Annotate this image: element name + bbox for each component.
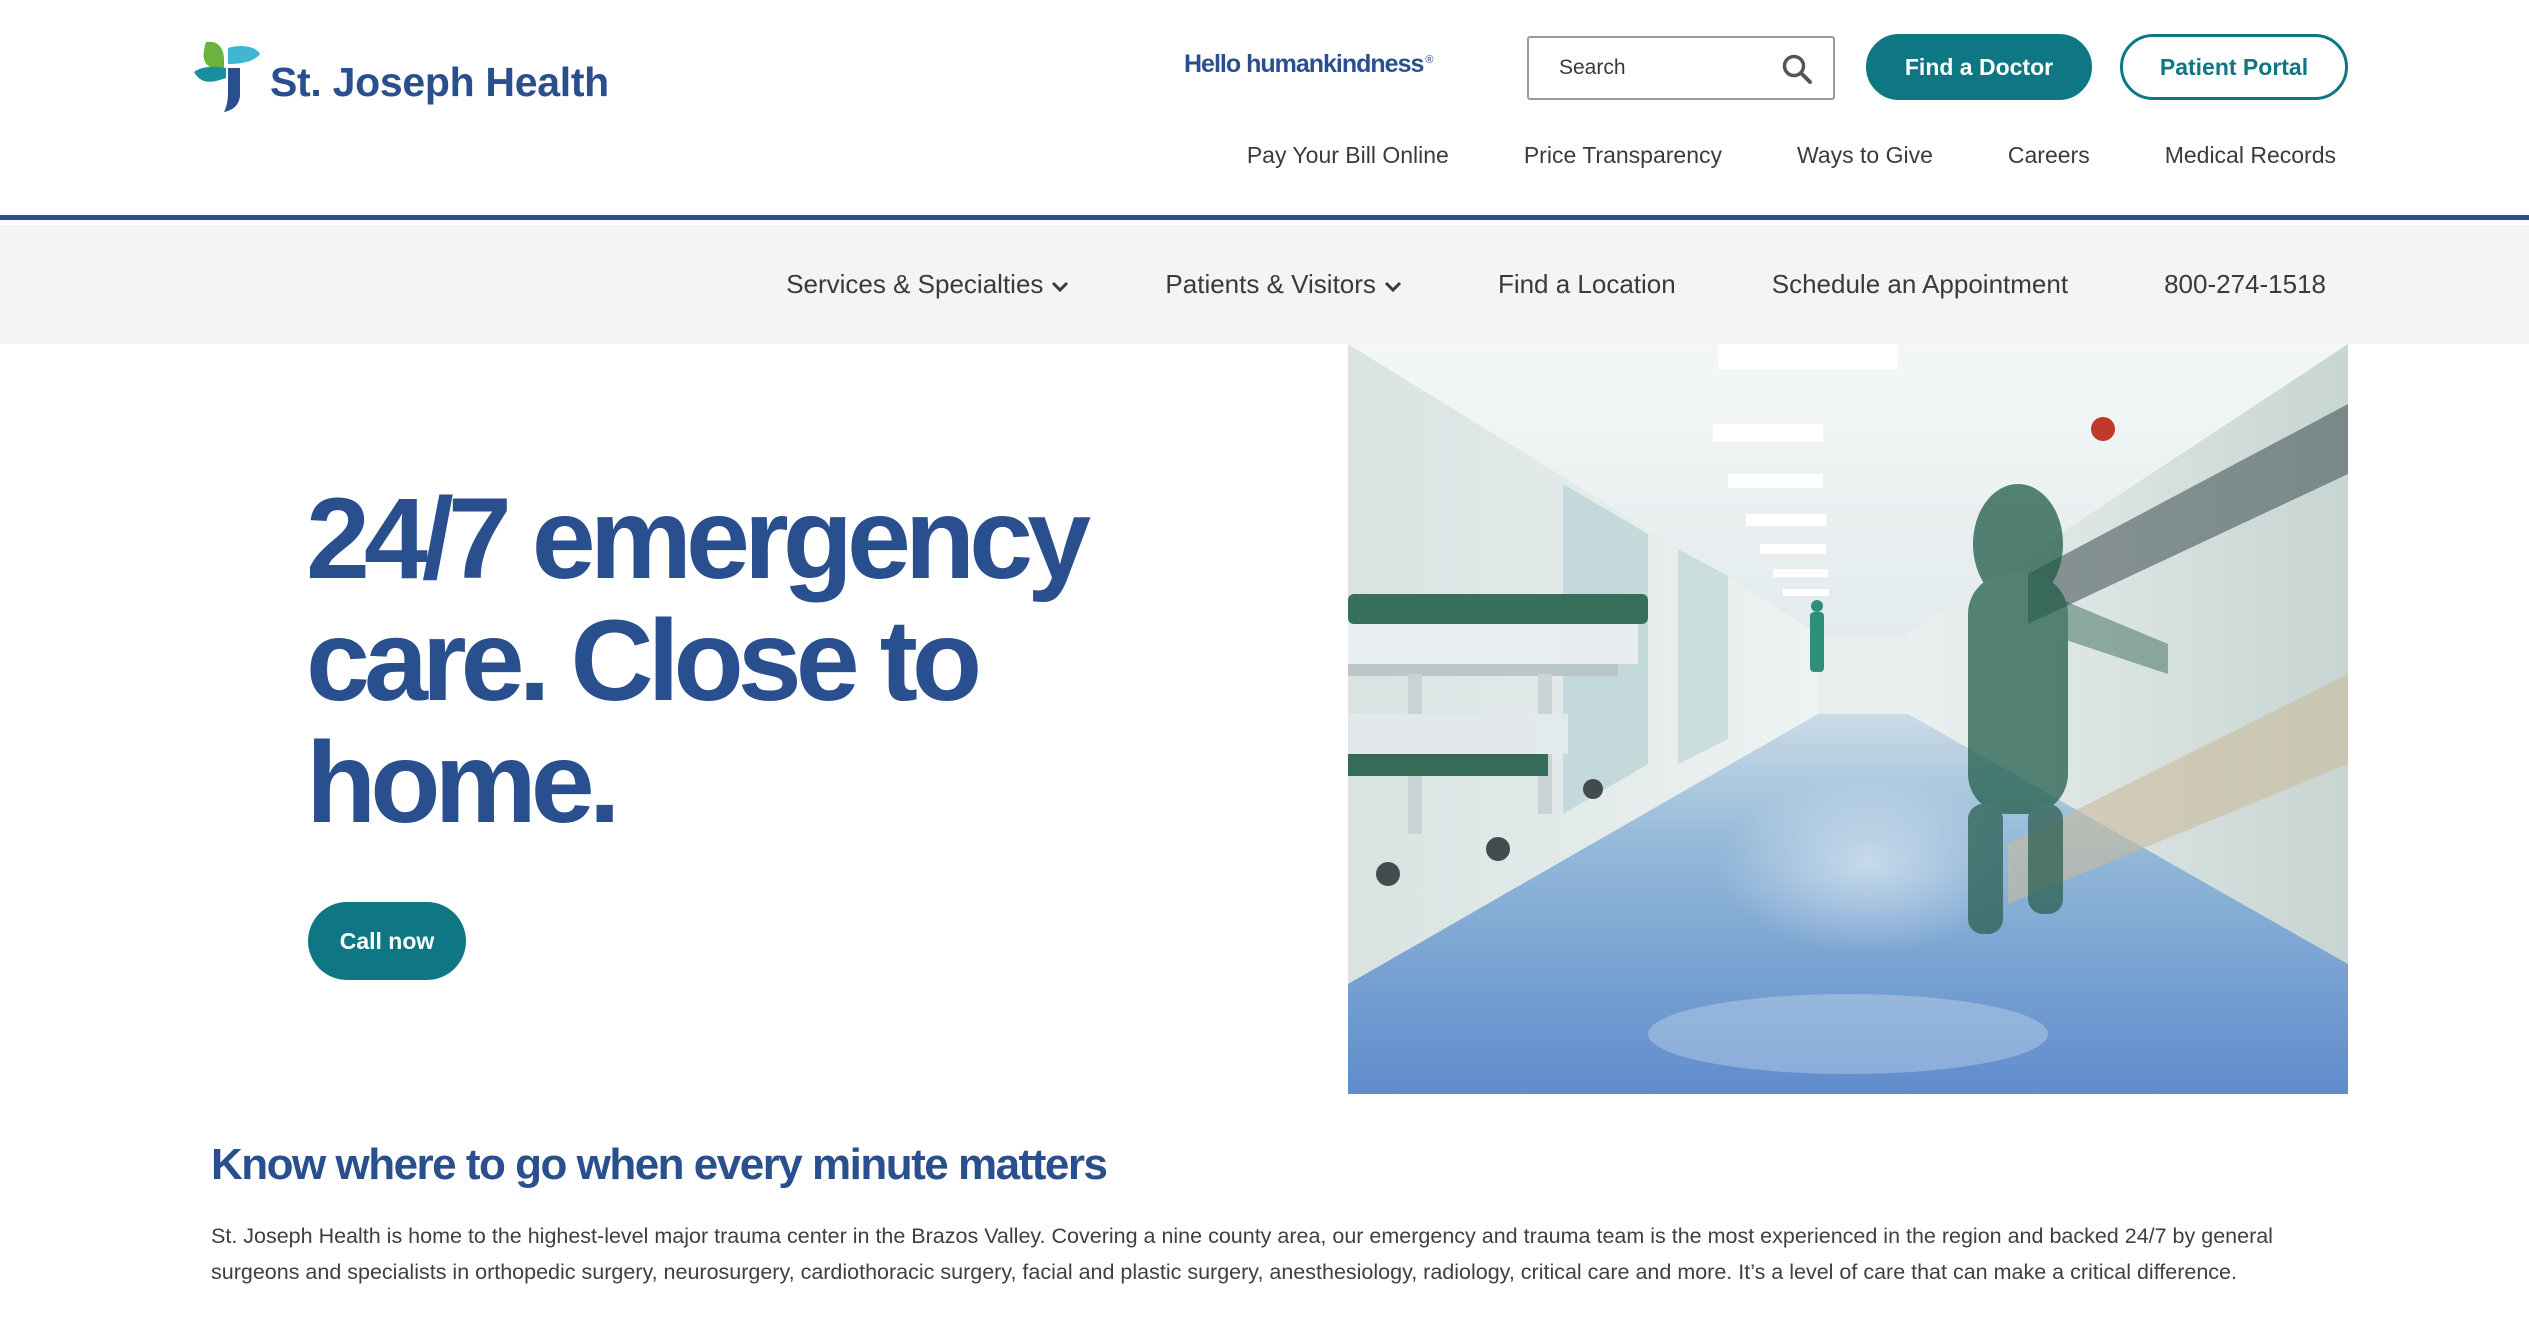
patient-portal-button[interactable]: Patient Portal xyxy=(2120,34,2348,100)
nav-item-label: Services & Specialties xyxy=(786,269,1044,299)
logo-link[interactable]: St. Joseph Health xyxy=(194,38,609,112)
utility-link-pay-bill[interactable]: Pay Your Bill Online xyxy=(1247,142,1449,169)
section-body: St. Joseph Health is home to the highest… xyxy=(211,1224,2273,1284)
hospital-corridor-illustration xyxy=(1348,344,2348,1094)
call-now-button[interactable]: Call now xyxy=(308,902,466,980)
hero-title: 24/7 emergency care. Close to home. xyxy=(306,475,1091,847)
phone-number: 800-274-1518 xyxy=(2164,269,2326,299)
chevron-down-icon xyxy=(1384,281,1401,292)
search-box xyxy=(1527,36,1835,100)
utility-nav: Pay Your Bill Online Price Transparency … xyxy=(1172,142,2336,169)
nav-item-label: Patients & Visitors xyxy=(1165,269,1376,299)
nav-item-services-specialties[interactable]: Services & Specialties xyxy=(786,269,1069,300)
utility-link-ways-to-give[interactable]: Ways to Give xyxy=(1797,142,1933,169)
main-nav: Services & Specialties Patients & Visito… xyxy=(0,225,2529,344)
nav-item-phone[interactable]: 800-274-1518 xyxy=(2164,269,2326,300)
tagline-text: Hello humankindness xyxy=(1184,50,1424,78)
logo-text: St. Joseph Health xyxy=(270,58,609,105)
tagline: Hello humankindness ® xyxy=(1184,50,1434,79)
find-a-doctor-button[interactable]: Find a Doctor xyxy=(1866,34,2092,100)
utility-link-price-transparency[interactable]: Price Transparency xyxy=(1524,142,1722,169)
tagline-trademark: ® xyxy=(1425,53,1433,66)
site-header: St. Joseph Health Hello humankindness® F… xyxy=(0,0,2529,220)
nav-item-find-location[interactable]: Find a Location xyxy=(1498,269,1676,300)
section-title: Know where to go when every minute matte… xyxy=(211,1140,1108,1189)
search-icon[interactable] xyxy=(1781,53,1813,85)
nav-item-label: Find a Location xyxy=(1497,269,1676,299)
utility-link-careers[interactable]: Careers xyxy=(2008,142,2090,169)
search-input[interactable] xyxy=(1557,55,1787,81)
chevron-down-icon xyxy=(1052,281,1069,292)
nav-item-schedule-appointment[interactable]: Schedule an Appointment xyxy=(1772,269,2068,300)
main-nav-items: Services & Specialties Patients & Visito… xyxy=(690,225,2326,344)
utility-link-medical-records[interactable]: Medical Records xyxy=(2165,142,2336,169)
nav-item-label: Schedule an Appointment xyxy=(1771,269,2069,299)
cross-logo-icon xyxy=(194,41,260,112)
hospital-corridor-photo xyxy=(1348,344,2348,1094)
nav-item-patients-visitors[interactable]: Patients & Visitors xyxy=(1165,269,1402,300)
